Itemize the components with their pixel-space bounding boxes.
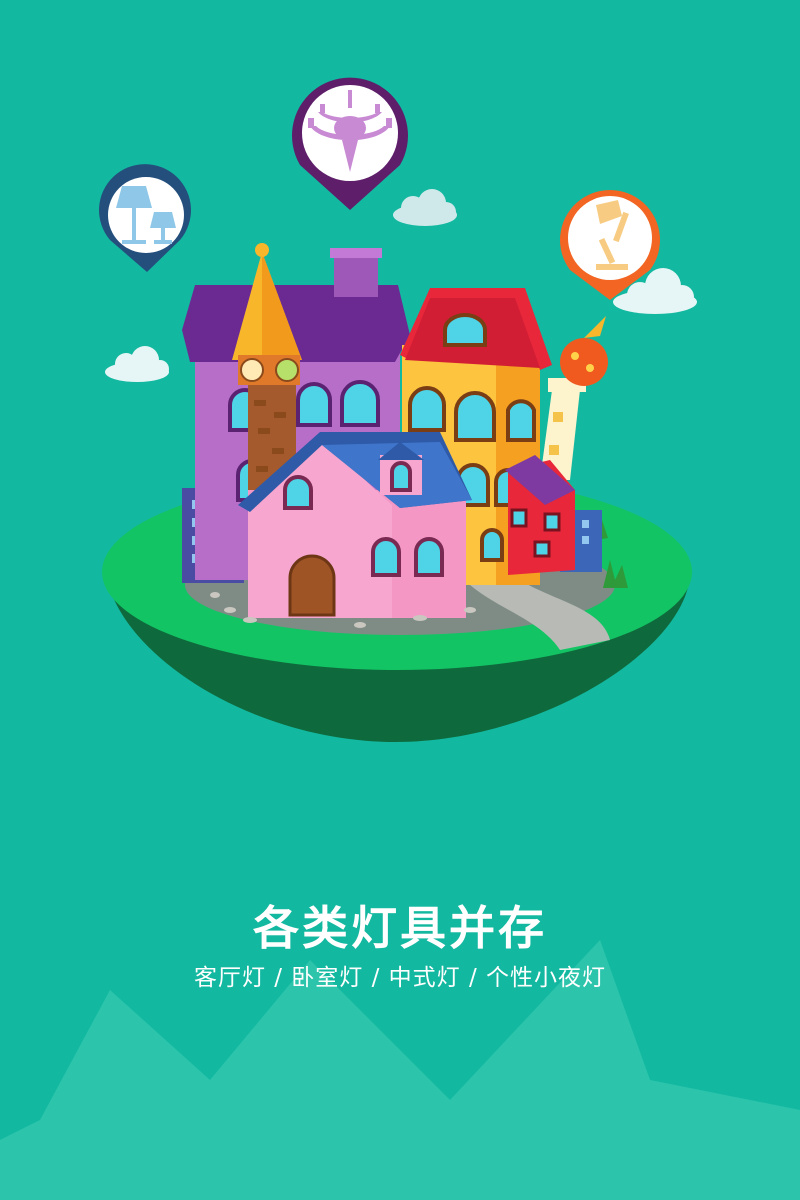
splash-screen: 各类灯具并存 客厅灯 / 卧室灯 / 中式灯 / 个性小夜灯	[0, 0, 800, 1200]
lighthouse	[540, 316, 608, 480]
cloud	[105, 346, 169, 382]
city-illustration	[0, 77, 800, 1200]
pin-center	[292, 77, 408, 211]
headline: 各类灯具并存	[253, 901, 547, 955]
subtitle: 客厅灯 / 卧室灯 / 中式灯 / 个性小夜灯	[193, 965, 607, 991]
cloud	[393, 189, 457, 226]
pin-left	[99, 164, 191, 272]
